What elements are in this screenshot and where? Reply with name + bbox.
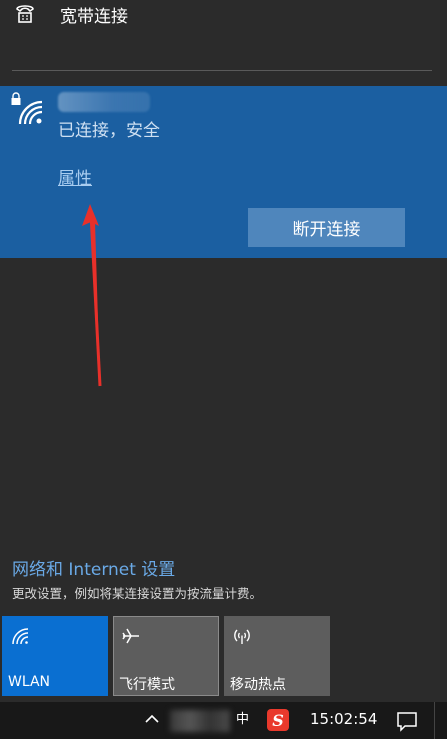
taskbar-clock[interactable]: 15:02:54 — [310, 710, 377, 728]
wlan-tile-label: WLAN — [8, 674, 51, 690]
network-internet-settings-link[interactable]: 网络和 Internet 设置 — [12, 555, 175, 580]
action-center-icon[interactable] — [396, 710, 418, 732]
wlan-toggle-tile[interactable]: WLAN — [2, 616, 108, 696]
airplane-icon — [122, 628, 139, 644]
hotspot-icon — [234, 629, 250, 644]
show-hidden-icons-chevron-icon[interactable] — [143, 710, 161, 728]
airplane-mode-tile[interactable]: 飞行模式 — [113, 616, 219, 696]
mobile-hotspot-label: 移动热点 — [230, 677, 286, 693]
ime-indicator[interactable]: 中 — [236, 708, 249, 727]
divider — [12, 70, 432, 71]
sogou-input-icon[interactable]: S — [267, 709, 289, 731]
taskbar: 中 S 15:02:54 — [0, 702, 447, 739]
mobile-hotspot-tile[interactable]: 移动热点 — [224, 616, 330, 696]
wifi-ssid-redacted — [58, 92, 150, 112]
show-desktop-edge[interactable] — [434, 702, 435, 739]
broadband-connection-item[interactable]: 宽带连接 — [0, 0, 447, 40]
wifi-secure-icon — [18, 100, 43, 125]
wifi-connection-status: 已连接，安全 — [58, 121, 160, 141]
airplane-mode-label: 飞行模式 — [119, 677, 175, 693]
dialup-phone-icon — [16, 5, 34, 23]
disconnect-button[interactable]: 断开连接 — [248, 208, 405, 247]
wifi-icon — [12, 628, 29, 645]
connected-wifi-panel[interactable]: 已连接，安全 属性 断开连接 — [0, 86, 447, 258]
properties-link[interactable]: 属性 — [58, 164, 92, 189]
network-settings-description: 更改设置，例如将某连接设置为按流量计费。 — [12, 586, 263, 601]
blurred-tray-icons — [170, 710, 230, 732]
broadband-connection-label: 宽带连接 — [60, 7, 128, 27]
